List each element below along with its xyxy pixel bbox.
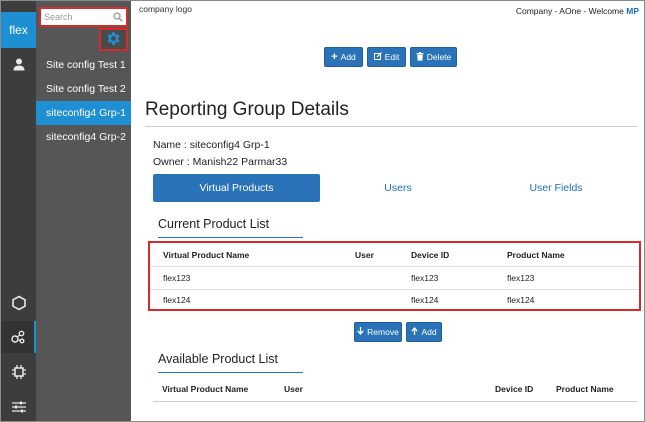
site-item-site-config-test-2[interactable]: Site config Test 2 bbox=[36, 77, 131, 101]
tab-virtual-products[interactable]: Virtual Products bbox=[153, 174, 320, 202]
edit-button[interactable]: Edit bbox=[367, 47, 406, 67]
edit-icon bbox=[373, 52, 382, 62]
welcome-text: Company - AOne - Welcome MP bbox=[516, 6, 639, 16]
plus-icon: + bbox=[331, 50, 338, 63]
available-table-header-row: Virtual Product Name User Device ID Prod… bbox=[153, 377, 637, 401]
remove-button-label: Remove bbox=[367, 327, 399, 337]
main-content: company logo Company - AOne - Welcome MP… bbox=[131, 1, 644, 421]
add-button-label: Add bbox=[340, 52, 356, 62]
chip-icon[interactable] bbox=[1, 356, 36, 388]
app-window: flex Site conf bbox=[0, 0, 645, 422]
table-header-row: Virtual Product Name User Device ID Prod… bbox=[150, 244, 639, 266]
site-item-site-config-test-1[interactable]: Site config Test 1 bbox=[36, 53, 131, 77]
current-product-table: Virtual Product Name User Device ID Prod… bbox=[148, 241, 641, 311]
settings-button[interactable] bbox=[99, 28, 128, 51]
cell-product-name: flex123 bbox=[507, 273, 535, 283]
tab-users[interactable]: Users bbox=[325, 174, 471, 202]
company-logo: company logo bbox=[139, 4, 192, 14]
tab-user-fields[interactable]: User Fields bbox=[475, 174, 637, 202]
site-item-siteconfig4-grp-1[interactable]: siteconfig4 Grp-1 bbox=[36, 101, 131, 125]
column-header-device-id[interactable]: Device ID bbox=[495, 377, 533, 401]
remove-button[interactable]: Remove bbox=[354, 322, 402, 342]
group-owner: Owner : Manish22 Parmar33 bbox=[153, 156, 288, 168]
table-row[interactable]: flex124 flex124 flex124 bbox=[150, 289, 639, 311]
brand-logo[interactable]: flex bbox=[1, 12, 36, 48]
arrow-up-icon bbox=[411, 326, 419, 337]
site-list: Site config Test 1 Site config Test 2 si… bbox=[36, 53, 131, 149]
cell-device-id: flex123 bbox=[411, 273, 439, 283]
welcome-prefix: Company - AOne - Welcome bbox=[515, 6, 624, 16]
current-product-list-title: Current Product List bbox=[158, 217, 270, 231]
available-table-divider bbox=[153, 401, 637, 402]
arrow-down-icon bbox=[357, 327, 364, 337]
site-item-siteconfig4-grp-2[interactable]: siteconfig4 Grp-2 bbox=[36, 125, 131, 149]
icon-rail: flex bbox=[1, 1, 36, 421]
table-row[interactable]: flex123 flex123 flex123 bbox=[150, 267, 639, 289]
search-input[interactable] bbox=[41, 9, 113, 25]
trash-icon bbox=[416, 51, 424, 63]
site-sidebar: Site config Test 1 Site config Test 2 si… bbox=[36, 1, 131, 421]
page-title: Reporting Group Details bbox=[145, 99, 349, 120]
column-header-product-name[interactable]: Product Name bbox=[507, 244, 565, 266]
delete-button[interactable]: Delete bbox=[410, 47, 457, 67]
add-button[interactable]: + Add bbox=[324, 47, 363, 67]
add-product-button[interactable]: Add bbox=[406, 322, 442, 342]
column-header-virtual-product-name[interactable]: Virtual Product Name bbox=[163, 244, 249, 266]
current-list-underline bbox=[158, 237, 303, 238]
column-header-user[interactable]: User bbox=[284, 377, 303, 401]
cell-product-name: flex124 bbox=[507, 295, 535, 305]
search-icon[interactable] bbox=[113, 12, 123, 25]
search-box bbox=[39, 7, 128, 27]
network-icon[interactable] bbox=[1, 321, 36, 353]
add-product-button-label: Add bbox=[421, 327, 437, 337]
column-header-user[interactable]: User bbox=[355, 244, 374, 266]
user-initials[interactable]: MP bbox=[626, 6, 639, 16]
title-divider bbox=[145, 126, 637, 127]
cell-device-id: flex124 bbox=[411, 295, 439, 305]
group-name: Name : siteconfig4 Grp-1 bbox=[153, 139, 270, 151]
user-icon[interactable] bbox=[1, 48, 36, 80]
column-header-product-name[interactable]: Product Name bbox=[556, 377, 614, 401]
available-list-underline bbox=[158, 372, 303, 373]
edit-button-label: Edit bbox=[384, 52, 400, 62]
cell-virtual-product-name: flex123 bbox=[163, 273, 191, 283]
tab-bar: Virtual Products Users User Fields bbox=[153, 174, 637, 202]
hexagon-icon[interactable] bbox=[1, 287, 36, 319]
gear-icon bbox=[105, 30, 122, 50]
delete-button-label: Delete bbox=[426, 52, 452, 62]
available-product-list-title: Available Product List bbox=[158, 352, 278, 366]
column-header-device-id[interactable]: Device ID bbox=[411, 244, 449, 266]
sliders-icon[interactable] bbox=[1, 391, 36, 421]
cell-virtual-product-name: flex124 bbox=[163, 295, 191, 305]
column-header-virtual-product-name[interactable]: Virtual Product Name bbox=[162, 377, 248, 401]
